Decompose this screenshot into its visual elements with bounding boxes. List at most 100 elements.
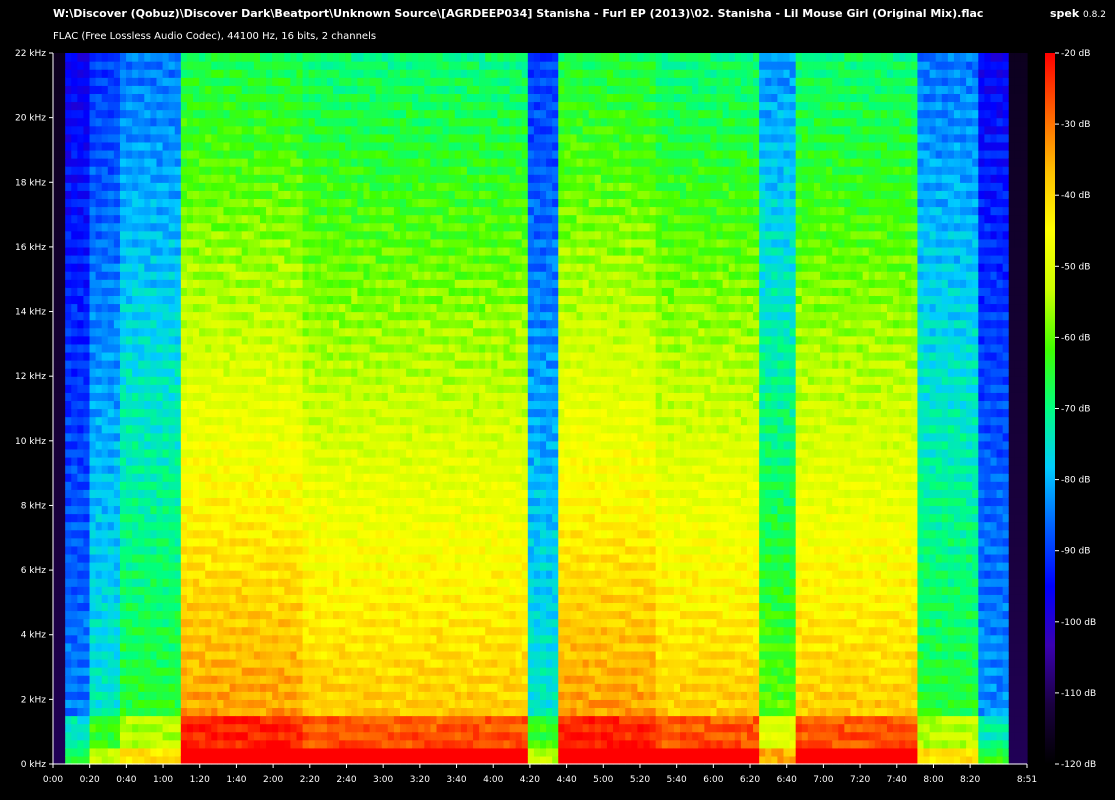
spectrogram-cell [369, 392, 377, 402]
spectrogram-cell [199, 190, 206, 200]
spectrogram-cell [186, 521, 194, 531]
spectrogram-cell [253, 562, 261, 571]
spectrogram-cell [180, 489, 188, 498]
spectrogram-cell [53, 408, 60, 418]
spectrogram-cell [186, 117, 194, 127]
spectrogram-cell [174, 626, 182, 636]
spectrogram-cell [95, 53, 103, 62]
spectrogram-cell [229, 505, 237, 515]
spectrogram-cell [333, 715, 340, 725]
spectrogram-cell [357, 190, 365, 200]
spectrogram-cell [266, 287, 273, 296]
spectrogram-cell [101, 206, 109, 216]
spectrogram-cell [144, 271, 151, 280]
spectrogram-cell [83, 755, 91, 765]
spectrogram-cell [205, 416, 212, 426]
spectrogram-cell [296, 489, 304, 498]
spectrogram-cell [284, 562, 292, 571]
spectrogram-cell [278, 109, 285, 119]
spectrogram-cell [186, 263, 194, 272]
spectrogram-cell [119, 448, 127, 458]
spectrogram-cell [113, 109, 121, 119]
spectrogram-cell [381, 667, 389, 676]
spectrogram-cell [308, 618, 316, 628]
spectrogram-cell [308, 351, 316, 361]
spectrogram-cell [89, 416, 97, 426]
spectrogram-cell [89, 101, 97, 111]
spectrogram-cell [229, 424, 237, 434]
spectrogram-cell [150, 545, 158, 555]
spectrogram-cell [326, 642, 334, 652]
spectrogram-cell [138, 594, 145, 604]
spectrogram-cell [333, 610, 340, 620]
spectrogram-cell [351, 149, 358, 159]
spectrogram-cell [53, 448, 60, 458]
spectrogram-cell [339, 715, 346, 725]
spectrogram-cell [95, 747, 103, 757]
spectrogram-cell [138, 166, 145, 175]
spectrogram-cell [375, 230, 383, 240]
spectrogram-cell [339, 85, 346, 94]
spectrogram-cell [71, 658, 78, 668]
spectrogram-cell [296, 392, 304, 402]
spectrogram-cell [363, 658, 371, 668]
spectrogram-cell [345, 424, 352, 434]
spectrogram-cell [320, 360, 328, 369]
spectrogram-cell [193, 384, 200, 393]
spectrogram-cell [156, 699, 164, 709]
spectrogram-cell [156, 594, 164, 604]
spectrogram-cell [345, 602, 352, 612]
spectrogram-cell [162, 562, 170, 571]
spectrogram-cell [259, 529, 267, 539]
spectrogram-cell [71, 376, 78, 385]
spectrogram-cell [393, 747, 401, 757]
spectrogram-cell [89, 562, 97, 571]
spectrogram-cell [229, 448, 237, 458]
spectrogram-cell [235, 505, 243, 515]
spectrogram-cell [59, 133, 66, 143]
spectrogram-cell [320, 327, 328, 337]
spectrogram-cell [59, 222, 66, 232]
spectrogram-cell [381, 440, 389, 450]
spectrogram-cell [393, 416, 401, 426]
spectrogram-cell [320, 553, 328, 563]
spectrogram-cell [53, 505, 60, 515]
spectrogram-cell [126, 141, 133, 151]
spectrogram-cell [320, 303, 328, 313]
spectrogram-cell [381, 222, 389, 232]
spectrogram-cell [333, 101, 340, 111]
spectrogram-cell [83, 440, 91, 450]
spectrogram-cell [65, 311, 72, 321]
spectrogram-cell [193, 513, 200, 523]
spectrogram-cell [144, 715, 151, 725]
spectrogram-cell [59, 303, 66, 313]
spectrogram-cell [314, 497, 322, 507]
spectrogram-cell [138, 521, 145, 531]
spectrogram-cell [247, 392, 255, 402]
spectrogram-cell [113, 731, 121, 741]
spectrogram-cell [333, 400, 340, 410]
spectrogram-cell [71, 158, 78, 167]
spectrogram-cell [284, 101, 292, 111]
spectrogram-cell [308, 214, 316, 224]
spectrogram-cell [339, 545, 346, 555]
spectrogram-cell [174, 384, 182, 393]
spectrogram-cell [393, 715, 401, 725]
spectrogram-cell [320, 432, 328, 442]
spectrogram-cell [229, 545, 237, 555]
spectrogram-cell [363, 190, 371, 200]
spectrogram-cell [333, 456, 340, 466]
spectrogram-cell [77, 465, 85, 474]
spectrogram-cell [119, 432, 127, 442]
spectrogram-cell [253, 529, 261, 539]
spectrogram-cell [174, 214, 182, 224]
spectrogram-cell [126, 287, 133, 296]
spectrogram-cell [339, 295, 346, 305]
spectrogram-cell [132, 408, 139, 418]
spectrogram-cell [193, 473, 200, 482]
spectrogram-cell [83, 610, 91, 620]
spectrogram-cell [357, 481, 365, 490]
spectrogram-cell [290, 392, 298, 402]
spectrogram-cell [229, 190, 237, 200]
spectrogram-cell [193, 586, 200, 595]
